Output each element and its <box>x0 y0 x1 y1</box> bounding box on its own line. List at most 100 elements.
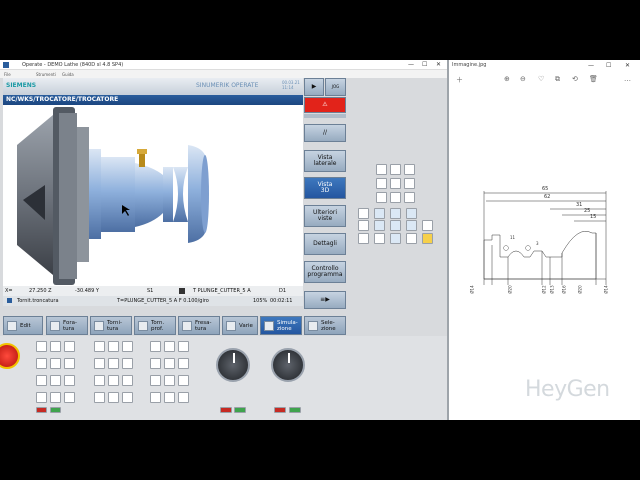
feed-start-key[interactable] <box>234 407 246 413</box>
panel-key[interactable] <box>94 375 105 386</box>
spindle-stop-key[interactable] <box>274 407 286 413</box>
view-key[interactable] <box>404 178 415 189</box>
left-arrow-key[interactable] <box>374 220 385 231</box>
panel-key[interactable] <box>36 341 47 352</box>
panel-key[interactable] <box>164 375 175 386</box>
viewer-maximize-button[interactable]: ☐ <box>606 62 611 69</box>
softkey-edit[interactable]: Edit <box>3 316 43 335</box>
view-key[interactable] <box>390 164 401 175</box>
panel-key[interactable] <box>108 375 119 386</box>
nav-key[interactable] <box>374 208 385 219</box>
add-icon[interactable]: ＋ <box>456 75 463 85</box>
close-button[interactable]: ✕ <box>436 61 441 68</box>
nav-key[interactable] <box>406 233 417 244</box>
nav-key[interactable] <box>358 233 369 244</box>
more-softkeys-button[interactable]: ≡▶ <box>304 291 346 309</box>
panel-key[interactable] <box>50 358 61 369</box>
softkey-fresatura[interactable]: Fresa- tura <box>178 316 220 335</box>
panel-key[interactable] <box>178 341 189 352</box>
panel-key[interactable] <box>164 392 175 403</box>
rotate-icon[interactable]: ⟲ <box>572 75 578 83</box>
panel-green-key[interactable] <box>50 407 61 413</box>
panel-key[interactable] <box>94 341 105 352</box>
panel-key[interactable] <box>178 375 189 386</box>
nav-key[interactable] <box>406 208 417 219</box>
panel-key[interactable] <box>64 375 75 386</box>
panel-key[interactable] <box>108 392 119 403</box>
feed-override-knob[interactable] <box>216 348 250 382</box>
softkey-torn-prof[interactable]: Torn. prof. <box>134 316 176 335</box>
panel-key[interactable] <box>150 358 161 369</box>
delete-icon[interactable]: 🗑 <box>589 75 598 83</box>
softkey-tornitura[interactable]: Torni- tura <box>90 316 132 335</box>
vista-3d-button[interactable]: Vista 3D <box>304 177 346 199</box>
view-key[interactable] <box>376 192 387 203</box>
spindle-start-key[interactable] <box>289 407 301 413</box>
zoom-out-icon[interactable]: ⊖ <box>520 75 526 83</box>
panel-key[interactable] <box>164 358 175 369</box>
view-key[interactable] <box>390 178 401 189</box>
panel-key[interactable] <box>122 341 133 352</box>
controllo-programma-button[interactable]: Controllo programma <box>304 261 346 283</box>
ulteriori-viste-button[interactable]: Ulteriori viste <box>304 205 346 227</box>
panel-key[interactable] <box>50 375 61 386</box>
machine-area-button[interactable]: ▶ <box>304 78 324 96</box>
panel-red-key[interactable] <box>36 407 47 413</box>
view-key[interactable] <box>404 164 415 175</box>
favorite-icon[interactable]: ♡ <box>538 75 544 83</box>
panel-key[interactable] <box>50 341 61 352</box>
dettagli-button[interactable]: Dettagli <box>304 233 346 255</box>
viewer-close-button[interactable]: ✕ <box>625 62 630 69</box>
nav-key[interactable] <box>358 208 369 219</box>
panel-key[interactable] <box>178 358 189 369</box>
menu-strumenti[interactable]: Strumenti <box>36 72 56 77</box>
panel-key[interactable] <box>36 358 47 369</box>
alarm-button[interactable]: ⚠ <box>304 97 346 113</box>
panel-key[interactable] <box>64 358 75 369</box>
panel-key[interactable] <box>150 392 161 403</box>
menu-guida[interactable]: Guida <box>62 72 74 77</box>
panel-key[interactable] <box>150 341 161 352</box>
down-arrow-key[interactable] <box>390 233 401 244</box>
input-key[interactable] <box>422 233 433 244</box>
panel-key[interactable] <box>94 392 105 403</box>
panel-key[interactable] <box>178 392 189 403</box>
panel-key[interactable] <box>108 358 119 369</box>
panel-key[interactable] <box>36 392 47 403</box>
softkey-foratura[interactable]: Fora- tura <box>46 316 88 335</box>
nav-key[interactable] <box>422 220 433 231</box>
nav-key[interactable] <box>358 220 369 231</box>
panel-key[interactable] <box>122 375 133 386</box>
jog-button[interactable]: JOG <box>325 78 346 96</box>
zoom-in-icon[interactable]: ⊕ <box>504 75 510 83</box>
spindle-override-knob[interactable] <box>271 348 305 382</box>
feed-stop-key[interactable] <box>220 407 232 413</box>
crop-icon[interactable]: ⧉ <box>555 75 560 84</box>
vista-laterale-button[interactable]: Vista laterale <box>304 150 346 172</box>
panel-key[interactable] <box>36 375 47 386</box>
nav-key[interactable] <box>374 233 385 244</box>
panel-key[interactable] <box>122 392 133 403</box>
view-key[interactable] <box>404 192 415 203</box>
panel-key[interactable] <box>164 341 175 352</box>
panel-key[interactable] <box>64 341 75 352</box>
viewer-minimize-button[interactable]: — <box>588 62 594 69</box>
softkey-selezione[interactable]: Sele- zione <box>304 316 346 335</box>
softkey-simulazione[interactable]: Simula- zione <box>260 316 302 335</box>
maximize-button[interactable]: ☐ <box>422 61 427 68</box>
slash-button[interactable]: // <box>304 124 346 142</box>
view-key[interactable] <box>376 164 387 175</box>
panel-key[interactable] <box>150 375 161 386</box>
panel-key[interactable] <box>94 358 105 369</box>
up-arrow-key[interactable] <box>390 208 401 219</box>
right-arrow-key[interactable] <box>406 220 417 231</box>
view-key[interactable] <box>376 178 387 189</box>
panel-key[interactable] <box>50 392 61 403</box>
select-key[interactable] <box>390 220 401 231</box>
panel-key[interactable] <box>64 392 75 403</box>
softkey-varie[interactable]: Varie <box>222 316 258 335</box>
menu-file[interactable]: File <box>4 72 11 77</box>
view-key[interactable] <box>390 192 401 203</box>
minimize-button[interactable]: — <box>408 61 414 68</box>
panel-key[interactable] <box>122 358 133 369</box>
